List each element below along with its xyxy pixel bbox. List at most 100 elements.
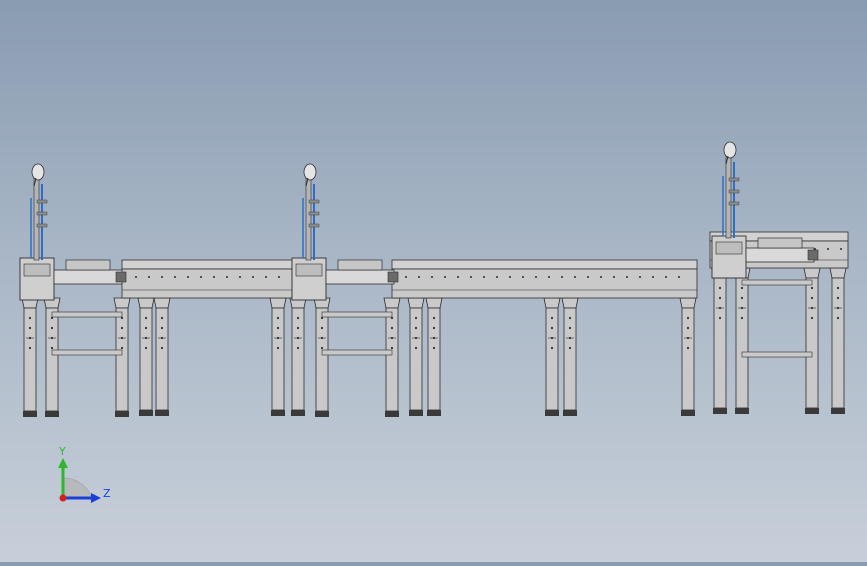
leg-bolt-hole — [836, 286, 840, 290]
leg-bracket — [407, 297, 425, 309]
leg-foot — [681, 410, 695, 416]
leg-bolt-hole — [50, 336, 54, 340]
leg-foot — [315, 411, 329, 417]
leg-bolt-hole — [568, 316, 572, 320]
y-axis-label: Y — [58, 445, 66, 458]
frame-bolt — [574, 276, 576, 278]
support-leg — [543, 297, 561, 416]
leg-bolt-hole — [390, 326, 394, 330]
frame-bolt — [483, 276, 485, 278]
frame-bolt — [174, 276, 176, 278]
leg-bolt-hole — [686, 326, 690, 330]
leg-bolt-hole — [144, 336, 148, 340]
sensor-head — [723, 141, 737, 159]
leg-tube — [139, 307, 153, 411]
column-clamp — [308, 223, 320, 228]
station-panel — [295, 263, 323, 277]
cross-bar-top — [51, 311, 123, 318]
drive-roller — [325, 269, 395, 285]
leg-bolt-hole — [686, 316, 690, 320]
leg-bracket — [383, 297, 401, 309]
leg-foot — [545, 410, 559, 416]
leg-bolt-hole — [718, 286, 722, 290]
leg-bolt-hole — [320, 336, 324, 340]
frame-bolt — [587, 276, 589, 278]
cross-bar-top — [741, 279, 813, 286]
leg-bolt-hole — [296, 326, 300, 330]
drive-roller — [53, 269, 123, 285]
leg-bolt-hole — [432, 326, 436, 330]
frame-top-rail — [391, 259, 698, 270]
leg-bolt-hole — [686, 336, 690, 340]
leg-tube — [427, 307, 441, 411]
leg-bolt-hole — [740, 306, 744, 310]
frame-bolt — [840, 248, 842, 250]
z-axis-label: Z — [103, 487, 111, 500]
leg-tube — [155, 307, 169, 411]
frame-top-rail — [121, 259, 293, 270]
motor-end — [115, 271, 127, 283]
leg-bolt-hole — [718, 306, 722, 310]
leg-bracket — [561, 297, 579, 309]
support-leg — [21, 297, 39, 417]
leg-foot — [805, 408, 819, 414]
support-leg — [711, 267, 729, 414]
leg-bolt-hole — [550, 316, 554, 320]
leg-tube — [563, 307, 577, 411]
column-clamp — [728, 189, 740, 194]
leg-bolt-hole — [296, 346, 300, 350]
leg-bolt-hole — [414, 336, 418, 340]
support-leg — [407, 297, 425, 416]
lower-cross-frame — [51, 311, 123, 356]
sensor-head — [303, 163, 317, 181]
cross-bar-bottom — [51, 349, 123, 356]
frame-bolt — [665, 276, 667, 278]
frame-bolt — [613, 276, 615, 278]
leg-bolt-hole — [740, 296, 744, 300]
frame-bolt — [418, 276, 420, 278]
cad-viewport[interactable]: Y Z — [0, 0, 867, 562]
frame-bolt — [457, 276, 459, 278]
leg-foot — [139, 410, 153, 416]
coordinate-triad[interactable]: Y Z — [58, 445, 111, 503]
y-axis-arrowhead — [58, 458, 68, 468]
frame-bolt — [239, 276, 241, 278]
frame-bolt — [470, 276, 472, 278]
leg-tube — [681, 307, 695, 411]
leg-bolt-hole — [160, 336, 164, 340]
drive-roller — [745, 247, 815, 263]
leg-tube — [545, 307, 559, 411]
lift-station — [19, 163, 127, 301]
station-panel — [715, 241, 743, 255]
frame-bolt — [187, 276, 189, 278]
leg-bolt-hole — [120, 346, 124, 350]
vertical-column — [33, 177, 40, 261]
leg-bolt-hole — [144, 346, 148, 350]
frame-bolt — [444, 276, 446, 278]
leg-bolt-hole — [740, 286, 744, 290]
motor-end — [387, 271, 399, 283]
leg-bolt-hole — [568, 346, 572, 350]
leg-tube — [23, 307, 37, 412]
leg-bolt-hole — [390, 336, 394, 340]
leg-tube — [315, 307, 329, 412]
leg-bolt-hole — [550, 326, 554, 330]
frame-bolt — [561, 276, 563, 278]
leg-foot — [271, 410, 285, 416]
sensor-head — [31, 163, 45, 181]
leg-bolt-hole — [28, 316, 32, 320]
roller-guard — [65, 259, 111, 271]
leg-bolt-hole — [414, 316, 418, 320]
leg-bolt-hole — [144, 316, 148, 320]
frame-bolt — [639, 276, 641, 278]
leg-bolt-hole — [686, 346, 690, 350]
leg-foot — [563, 410, 577, 416]
frame-bolt — [678, 276, 680, 278]
leg-bolt-hole — [740, 316, 744, 320]
leg-bolt-hole — [276, 346, 280, 350]
leg-bolt-hole — [568, 336, 572, 340]
roller-guard — [337, 259, 383, 271]
frame-bolt — [548, 276, 550, 278]
support-leg — [289, 297, 307, 416]
triad-plane-indicator — [62, 477, 93, 499]
